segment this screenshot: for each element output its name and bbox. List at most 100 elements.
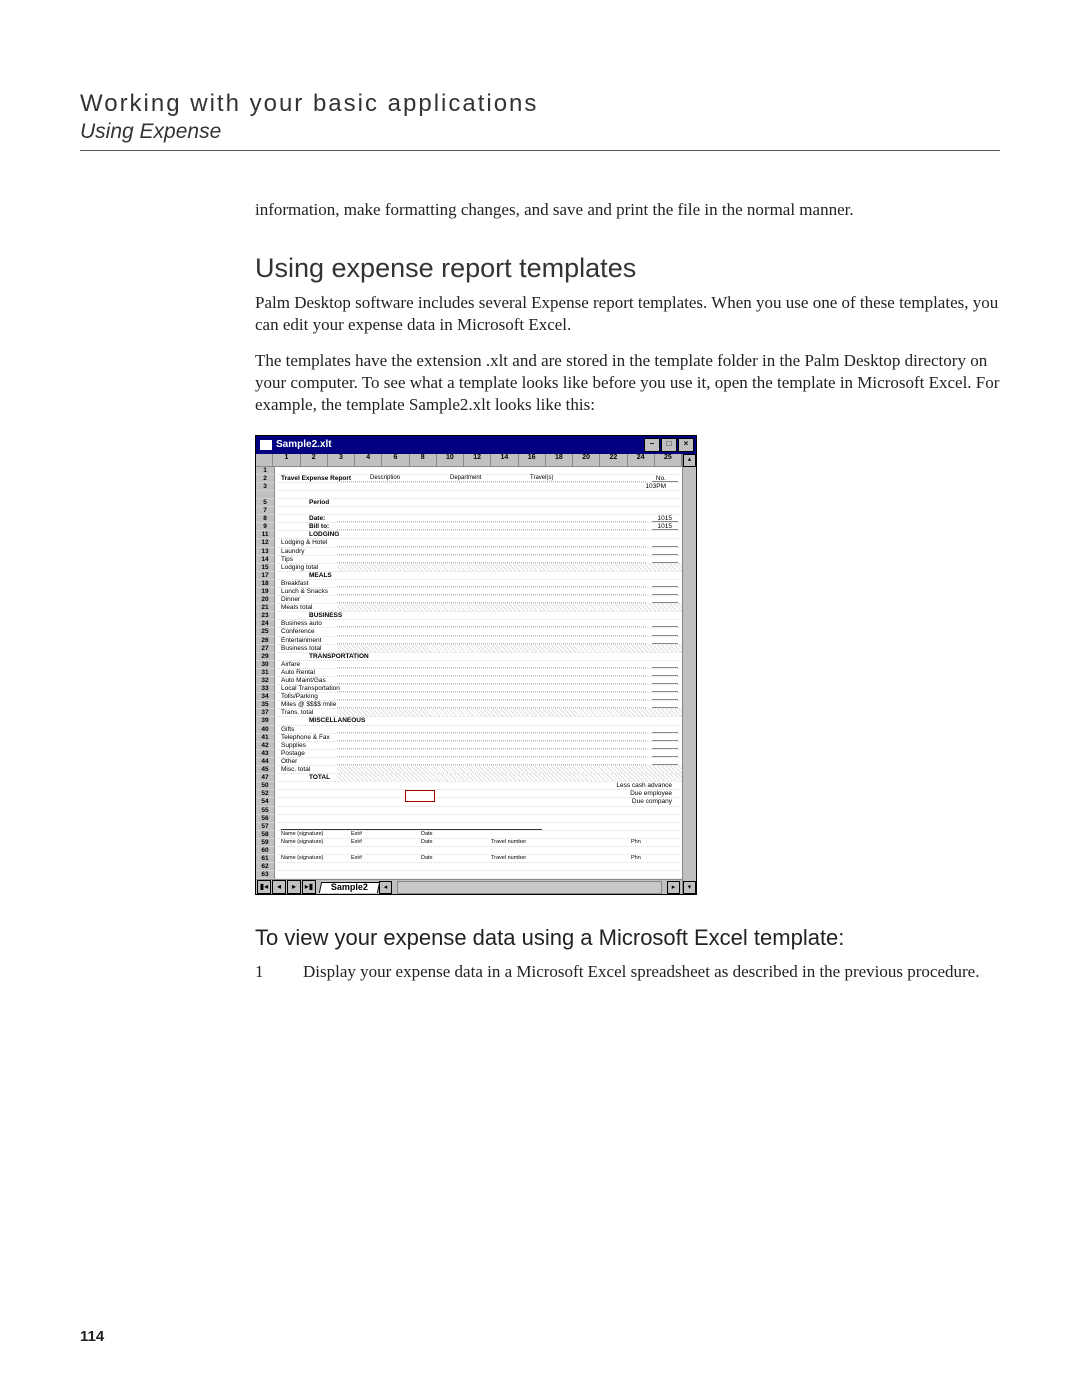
- row-number[interactable]: 24: [256, 620, 275, 628]
- row-number[interactable]: 25: [256, 628, 275, 636]
- column-header[interactable]: 2: [301, 454, 328, 466]
- column-header[interactable]: 16: [519, 454, 546, 466]
- row-cells[interactable]: Misc. total: [275, 766, 682, 774]
- row-cells[interactable]: Lodging & Hotel: [275, 539, 682, 547]
- column-header[interactable]: 3: [328, 454, 355, 466]
- scroll-up-icon[interactable]: ▴: [683, 454, 696, 467]
- row-cells[interactable]: Date:1015: [275, 515, 682, 523]
- row-cells[interactable]: Name (signature)Ext#DateTravel numberPhn: [275, 839, 682, 847]
- row-number[interactable]: 50: [256, 782, 275, 790]
- row-cells[interactable]: Conference: [275, 628, 682, 636]
- row-cells[interactable]: Due company: [275, 798, 682, 806]
- vertical-scrollbar[interactable]: ▴ ▾: [682, 454, 696, 895]
- row-number[interactable]: 54: [256, 798, 275, 806]
- column-header[interactable]: 22: [600, 454, 627, 466]
- row-number[interactable]: 14: [256, 556, 275, 564]
- row-number[interactable]: 26: [256, 637, 275, 645]
- row-number[interactable]: 59: [256, 839, 275, 847]
- row-number[interactable]: 39: [256, 717, 275, 725]
- tab-prev-button[interactable]: ◂: [272, 880, 286, 894]
- column-header[interactable]: 25: [655, 454, 682, 466]
- row-cells[interactable]: TRANSPORTATION: [275, 653, 682, 661]
- row-number[interactable]: 44: [256, 758, 275, 766]
- row-cells[interactable]: [275, 815, 682, 823]
- row-number[interactable]: 20: [256, 596, 275, 604]
- row-cells[interactable]: Dinner: [275, 596, 682, 604]
- row-number[interactable]: 19: [256, 588, 275, 596]
- column-header[interactable]: 12: [464, 454, 491, 466]
- column-header[interactable]: 18: [546, 454, 573, 466]
- row-number[interactable]: 30: [256, 661, 275, 669]
- row-cells[interactable]: Name (signature)Ext#DateTravel numberPhn: [275, 855, 682, 863]
- row-number[interactable]: 32: [256, 677, 275, 685]
- row-cells[interactable]: [275, 491, 682, 499]
- row-number[interactable]: 3: [256, 483, 275, 491]
- row-number[interactable]: 47: [256, 774, 275, 782]
- scroll-left-icon[interactable]: ◂: [379, 881, 392, 894]
- row-cells[interactable]: [275, 871, 682, 879]
- row-number[interactable]: 1: [256, 467, 275, 475]
- row-number[interactable]: 60: [256, 847, 275, 855]
- row-number[interactable]: 18: [256, 580, 275, 588]
- minimize-button[interactable]: –: [644, 438, 660, 452]
- sheet-tab[interactable]: Sample2: [319, 882, 380, 893]
- row-cells[interactable]: [275, 863, 682, 871]
- column-header[interactable]: 4: [355, 454, 382, 466]
- row-number[interactable]: 52: [256, 790, 275, 798]
- column-header[interactable]: 10: [437, 454, 464, 466]
- row-number[interactable]: 12: [256, 539, 275, 547]
- row-number[interactable]: 8: [256, 515, 275, 523]
- row-number[interactable]: 56: [256, 815, 275, 823]
- row-cells[interactable]: [275, 823, 682, 831]
- row-number[interactable]: 61: [256, 855, 275, 863]
- row-cells[interactable]: Supplies: [275, 742, 682, 750]
- column-header[interactable]: 1: [273, 454, 300, 466]
- row-cells[interactable]: Meals total: [275, 604, 682, 612]
- row-cells[interactable]: Breakfast: [275, 580, 682, 588]
- tab-first-button[interactable]: ▮◂: [257, 880, 271, 894]
- horizontal-scrollbar[interactable]: ◂ ▸: [379, 881, 682, 894]
- row-cells[interactable]: [275, 807, 682, 815]
- row-cells[interactable]: Period: [275, 499, 682, 507]
- row-cells[interactable]: LODGING: [275, 531, 682, 539]
- row-number[interactable]: 34: [256, 693, 275, 701]
- row-cells[interactable]: [275, 847, 682, 855]
- scroll-down-icon[interactable]: ▾: [683, 881, 696, 894]
- row-number[interactable]: 37: [256, 709, 275, 717]
- row-number[interactable]: 7: [256, 507, 275, 515]
- column-header[interactable]: 24: [628, 454, 655, 466]
- row-number[interactable]: 15: [256, 564, 275, 572]
- row-number[interactable]: [256, 491, 275, 499]
- close-button[interactable]: ×: [678, 438, 694, 452]
- row-number[interactable]: 31: [256, 669, 275, 677]
- row-cells[interactable]: Local Transportation: [275, 685, 682, 693]
- column-header[interactable]: 6: [382, 454, 409, 466]
- row-cells[interactable]: Postage: [275, 750, 682, 758]
- row-cells[interactable]: Lodging total: [275, 564, 682, 572]
- row-cells[interactable]: Other: [275, 758, 682, 766]
- row-cells[interactable]: Miles @ $$$$ /mile: [275, 701, 682, 709]
- row-cells[interactable]: BUSINESS: [275, 612, 682, 620]
- column-header[interactable]: 8: [410, 454, 437, 466]
- row-number[interactable]: 9: [256, 523, 275, 531]
- row-number[interactable]: 42: [256, 742, 275, 750]
- row-cells[interactable]: Tips: [275, 556, 682, 564]
- row-number[interactable]: 29: [256, 653, 275, 661]
- tab-last-button[interactable]: ▸▮: [302, 880, 316, 894]
- scroll-right-icon[interactable]: ▸: [667, 881, 680, 894]
- row-cells[interactable]: Business auto: [275, 620, 682, 628]
- tab-next-button[interactable]: ▸: [287, 880, 301, 894]
- row-cells[interactable]: 103PM: [275, 483, 682, 491]
- row-number[interactable]: 45: [256, 766, 275, 774]
- column-header[interactable]: 20: [573, 454, 600, 466]
- maximize-button[interactable]: □: [661, 438, 677, 452]
- row-cells[interactable]: Trans. total: [275, 709, 682, 717]
- row-number[interactable]: 63: [256, 871, 275, 879]
- row-cells[interactable]: Auto Rental: [275, 669, 682, 677]
- row-number[interactable]: 33: [256, 685, 275, 693]
- row-number[interactable]: 2: [256, 475, 275, 483]
- row-number[interactable]: 11: [256, 531, 275, 539]
- row-number[interactable]: 57: [256, 823, 275, 831]
- row-cells[interactable]: Telephone & Fax: [275, 734, 682, 742]
- row-cells[interactable]: Tolls/Parking: [275, 693, 682, 701]
